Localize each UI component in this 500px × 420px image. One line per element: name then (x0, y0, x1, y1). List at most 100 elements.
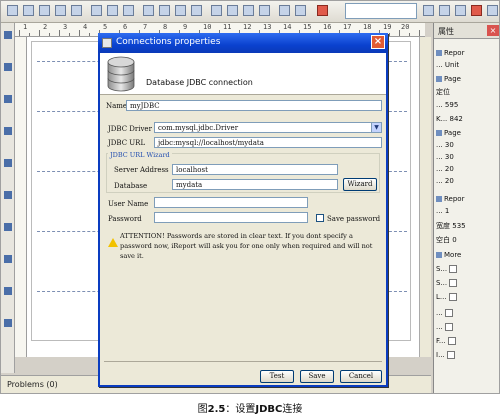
tool-icon[interactable] (4, 223, 12, 231)
dialog-titlebar[interactable]: Connections properties × (98, 33, 388, 53)
dialog-title: Connections properties (116, 37, 221, 47)
save-password-checkbox[interactable] (316, 214, 324, 222)
database-icon (107, 56, 135, 92)
ruler-tick (19, 30, 20, 36)
ruler-number: 12 (243, 23, 252, 31)
property-row[interactable]: S... (436, 265, 499, 276)
wizard-button[interactable]: Wizard (343, 178, 377, 191)
property-row[interactable]: ... 1 (436, 207, 499, 218)
bring-front-icon[interactable] (211, 5, 222, 16)
property-row[interactable]: Repor (436, 195, 499, 206)
same-width-icon[interactable] (91, 5, 102, 16)
close-icon[interactable]: × (487, 25, 499, 36)
property-row[interactable]: ... 20 (436, 177, 499, 188)
chevron-down-icon[interactable]: ▼ (371, 123, 381, 132)
tool-icon[interactable] (4, 127, 12, 135)
ruler-tick (69, 33, 70, 36)
align-center-icon[interactable] (23, 5, 34, 16)
run-icon[interactable] (487, 5, 498, 16)
tool-icon[interactable] (4, 287, 12, 295)
tool-icon[interactable] (4, 159, 12, 167)
tool-icon[interactable] (4, 31, 12, 39)
server-address-field[interactable]: localhost (172, 164, 338, 175)
same-height-icon[interactable] (107, 5, 118, 16)
warning-icon (108, 238, 118, 247)
name-label: Name (106, 102, 128, 110)
property-row[interactable]: S... (436, 279, 499, 290)
grid-icon[interactable] (423, 5, 434, 16)
zoom-combo[interactable] (345, 3, 417, 19)
tool-icon[interactable] (4, 63, 12, 71)
center-v-icon[interactable] (191, 5, 202, 16)
vertical-scrollbar[interactable] (419, 37, 431, 357)
ruler-number: 5 (103, 23, 108, 31)
property-row[interactable]: Page (436, 129, 499, 140)
database-field[interactable]: mydata (172, 179, 338, 190)
jdbc-driver-label: JDBC Driver (108, 125, 152, 133)
property-row[interactable]: 定位 (436, 87, 499, 98)
save-button[interactable]: Save (300, 370, 334, 383)
ruler-number: 6 (123, 23, 128, 31)
property-row[interactable]: 空白 0 (436, 235, 499, 246)
tool-icon[interactable] (4, 255, 12, 263)
name-field[interactable]: myJDBC (126, 100, 382, 111)
jdbc-url-field[interactable]: jdbc:mysql://localhost/mydata (154, 137, 382, 148)
preview-icon[interactable] (455, 5, 466, 16)
property-row[interactable]: ... Unit (436, 61, 499, 72)
tool-icon[interactable] (4, 95, 12, 103)
delete-icon[interactable] (317, 5, 328, 16)
property-row[interactable]: 宽度 535 (436, 221, 499, 232)
main-toolbar (1, 1, 499, 23)
property-row[interactable]: I... (436, 351, 499, 362)
stop-icon[interactable] (471, 5, 482, 16)
snap-icon[interactable] (439, 5, 450, 16)
same-size-icon[interactable] (123, 5, 134, 16)
ruler-number: 8 (163, 23, 168, 31)
align-left-icon[interactable] (7, 5, 18, 16)
jdbc-url-label: JDBC URL (108, 139, 146, 147)
tool-icon[interactable] (4, 319, 12, 327)
ruler-number: 16 (323, 23, 332, 31)
property-row[interactable]: ... 30 (436, 153, 499, 164)
send-back-icon[interactable] (227, 5, 238, 16)
ruler-tick (79, 30, 80, 36)
close-button[interactable]: × (371, 35, 385, 49)
cancel-button[interactable]: Cancel (340, 370, 382, 383)
property-row[interactable]: ... (436, 309, 499, 320)
ruler-tick (419, 30, 420, 36)
ruler-number: 3 (63, 23, 68, 31)
group-icon[interactable] (243, 5, 254, 16)
property-row[interactable]: ... 20 (436, 165, 499, 176)
v-spacing-icon[interactable] (159, 5, 170, 16)
ruler-number: 9 (183, 23, 188, 31)
user-name-field[interactable] (154, 197, 308, 208)
center-h-icon[interactable] (175, 5, 186, 16)
server-address-label: Server Address (114, 166, 169, 174)
jdbc-driver-combo[interactable]: com.mysql.jdbc.Driver ▼ (154, 122, 382, 133)
property-row[interactable]: ... 30 (436, 141, 499, 152)
ungroup-icon[interactable] (259, 5, 270, 16)
property-row[interactable]: Page (436, 75, 499, 86)
pattern-icon[interactable] (295, 5, 306, 16)
ruler-number: 19 (383, 23, 392, 31)
border-icon[interactable] (279, 5, 290, 16)
ruler-number: 2 (43, 23, 48, 31)
jdbc-driver-value: com.mysql.jdbc.Driver (158, 124, 239, 132)
property-row[interactable]: L... (436, 293, 499, 304)
dialog-heading: Database JDBC connection (146, 78, 253, 87)
ruler-number: 4 (83, 23, 88, 31)
property-row[interactable]: ... 595 (436, 101, 499, 112)
problems-tab[interactable]: Problems (0) (7, 380, 58, 389)
align-middle-icon[interactable] (71, 5, 82, 16)
align-right-icon[interactable] (39, 5, 50, 16)
property-row[interactable]: More (436, 251, 499, 262)
property-row[interactable]: ... (436, 323, 499, 334)
property-row[interactable]: K... 842 (436, 115, 499, 126)
property-row[interactable]: Repor (436, 49, 499, 60)
tool-icon[interactable] (4, 191, 12, 199)
test-button[interactable]: Test (260, 370, 294, 383)
password-field[interactable] (154, 212, 308, 223)
property-row[interactable]: F... (436, 337, 499, 348)
h-spacing-icon[interactable] (143, 5, 154, 16)
align-top-icon[interactable] (55, 5, 66, 16)
